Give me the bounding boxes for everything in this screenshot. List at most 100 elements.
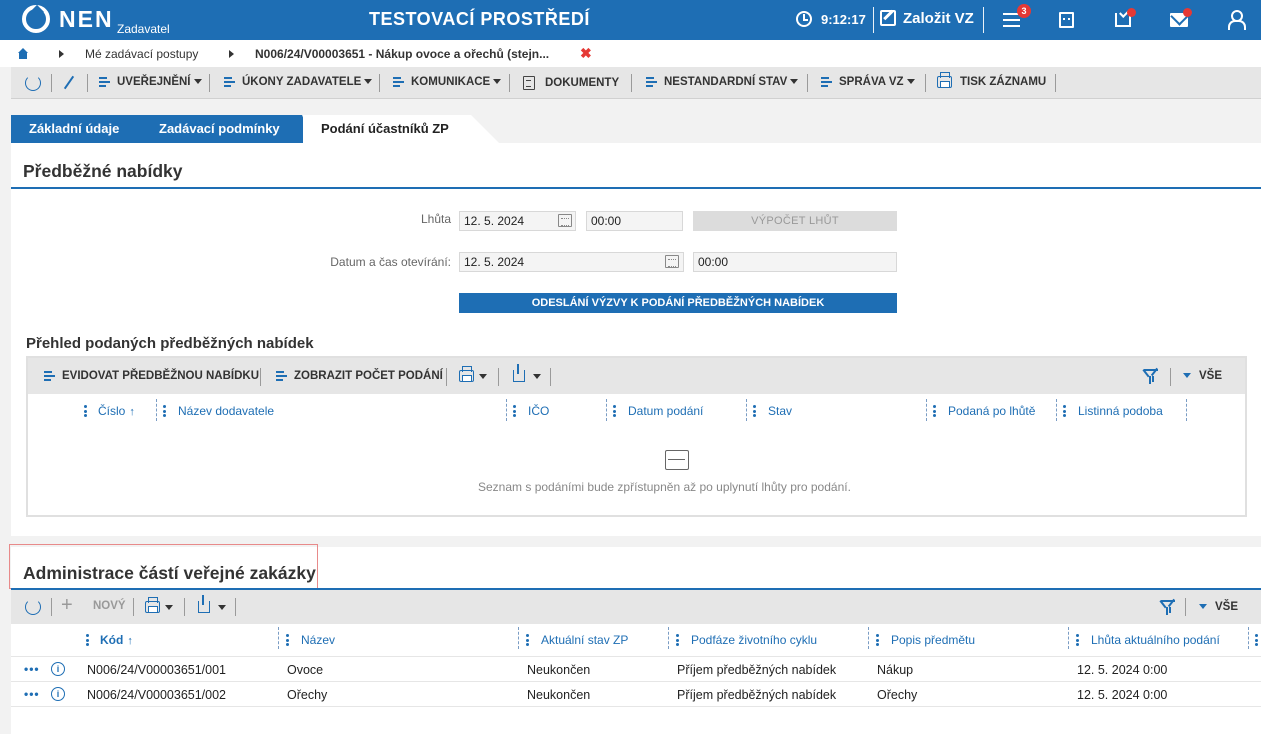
menu-komunikace[interactable]: KOMUNIKACE xyxy=(393,76,502,88)
create-vz-button[interactable]: Založit VZ xyxy=(903,10,974,27)
menu-nestandardni-stav[interactable]: NESTANDARDNÍ STAV xyxy=(646,76,799,88)
tab-zakladni-udaje[interactable]: Základní údaje xyxy=(11,115,141,143)
column-menu-icon[interactable] xyxy=(1063,405,1066,417)
column-menu-icon[interactable] xyxy=(84,405,87,417)
cell-state: Neukončen xyxy=(527,663,591,677)
print-menu-button[interactable] xyxy=(145,597,173,613)
column-menu-icon[interactable] xyxy=(1255,634,1258,646)
print-menu-button[interactable] xyxy=(459,366,487,382)
view-all-selector[interactable]: VŠE xyxy=(1199,601,1238,613)
column-listinna-podoba[interactable]: Listinná podoba xyxy=(1078,404,1163,418)
list-icon xyxy=(224,76,237,87)
edit-icon[interactable] xyxy=(880,10,896,26)
column-stav[interactable]: Stav xyxy=(768,404,792,418)
calc-deadlines-button[interactable]: VÝPOČET LHŮT xyxy=(693,211,897,231)
breadcrumb-current: N006/24/V00003651 - Nákup ovoce a ořechů… xyxy=(255,47,550,61)
row-actions-icon[interactable]: ••• xyxy=(24,687,40,701)
column-menu-icon[interactable] xyxy=(753,405,756,417)
user-icon[interactable] xyxy=(1228,10,1246,30)
column-datum-podani[interactable]: Datum podání xyxy=(628,404,703,418)
opening-time-field[interactable]: 00:00 xyxy=(693,252,897,272)
register-offer-button[interactable]: EVIDOVAT PŘEDBĚŽNOU NABÍDKU xyxy=(44,370,259,382)
column-nazev[interactable]: Název xyxy=(301,633,335,647)
logo-text[interactable]: NEN xyxy=(59,6,114,33)
separator xyxy=(807,74,808,92)
row-divider xyxy=(11,656,1261,657)
send-invitation-button[interactable]: ODESLÁNÍ VÝZVY K PODÁNÍ PŘEDBĚŽNÝCH NABÍ… xyxy=(459,293,897,313)
list-icon xyxy=(393,76,406,87)
cell-name: Ořechy xyxy=(287,688,328,702)
column-menu-icon[interactable] xyxy=(1076,634,1079,646)
new-part-button[interactable]: NOVÝ xyxy=(93,600,126,612)
column-cislo[interactable]: Číslo ↑ xyxy=(98,404,135,418)
column-separator[interactable] xyxy=(518,627,519,649)
close-icon[interactable]: ✖ xyxy=(580,45,592,62)
column-separator[interactable] xyxy=(668,627,669,649)
calendar-icon[interactable] xyxy=(558,214,572,227)
info-icon[interactable]: i xyxy=(51,662,65,676)
calculator-icon[interactable] xyxy=(1059,12,1074,28)
column-kod[interactable]: Kód ↑ xyxy=(100,633,133,647)
column-separator[interactable] xyxy=(1186,399,1187,421)
column-menu-icon[interactable] xyxy=(86,634,89,646)
refresh-icon[interactable] xyxy=(25,75,41,91)
column-podfaze[interactable]: Podfáze životního cyklu xyxy=(691,633,817,647)
column-nazev-dodavatele[interactable]: Název dodavatele xyxy=(178,404,274,418)
column-menu-icon[interactable] xyxy=(526,634,529,646)
refresh-icon[interactable] xyxy=(25,599,41,615)
column-menu-icon[interactable] xyxy=(613,405,616,417)
column-menu-icon[interactable] xyxy=(286,634,289,646)
separator xyxy=(550,368,551,386)
calendar-icon[interactable] xyxy=(665,255,679,268)
column-separator[interactable] xyxy=(746,399,747,421)
column-popis-predmetu[interactable]: Popis předmětu xyxy=(891,633,975,647)
cell-code[interactable]: N006/24/V00003651/002 xyxy=(87,688,226,702)
tab-podani-ucastniku[interactable]: Podání účastníků ZP xyxy=(303,115,471,143)
column-separator[interactable] xyxy=(278,627,279,649)
menu-sprava-vz[interactable]: SPRÁVA VZ xyxy=(821,76,915,88)
document-icon xyxy=(523,76,535,90)
nen-logo-icon[interactable] xyxy=(22,5,50,33)
home-icon[interactable] xyxy=(17,48,29,59)
cell-deadline: 12. 5. 2024 0:00 xyxy=(1077,663,1168,677)
column-menu-icon[interactable] xyxy=(676,634,679,646)
menu-ukony-zadavatele[interactable]: ÚKONY ZADAVATELE xyxy=(224,76,373,88)
row-actions-icon[interactable]: ••• xyxy=(24,662,40,676)
column-aktualni-stav[interactable]: Aktuální stav ZP xyxy=(541,633,628,647)
column-separator[interactable] xyxy=(506,399,507,421)
filter-icon[interactable] xyxy=(1142,368,1158,385)
filter-icon[interactable] xyxy=(1159,599,1175,616)
column-menu-icon[interactable] xyxy=(933,405,936,417)
separator xyxy=(1170,368,1171,386)
deadline-time-field[interactable]: 00:00 xyxy=(586,211,683,231)
column-menu-icon[interactable] xyxy=(876,634,879,646)
view-all-selector[interactable]: VŠE xyxy=(1183,370,1222,382)
column-separator[interactable] xyxy=(926,399,927,421)
column-menu-icon[interactable] xyxy=(163,405,166,417)
pencil-icon[interactable] xyxy=(63,75,75,90)
column-ico[interactable]: IČO xyxy=(528,404,549,418)
column-separator[interactable] xyxy=(868,627,869,649)
column-separator[interactable] xyxy=(606,399,607,421)
show-count-button[interactable]: ZOBRAZIT POČET PODÁNÍ xyxy=(276,370,443,382)
tab-zadavaci-podminky[interactable]: Zadávací podmínky xyxy=(141,115,302,143)
add-icon[interactable]: + xyxy=(61,594,73,617)
opening-date-field[interactable]: 12. 5. 2024 xyxy=(459,252,684,272)
column-menu-icon[interactable] xyxy=(513,405,516,417)
export-menu-button[interactable] xyxy=(513,364,541,382)
breadcrumb-item[interactable]: Mé zadávací postupy xyxy=(85,47,198,61)
menu-dokumenty[interactable]: DOKUMENTY xyxy=(523,76,619,90)
column-separator[interactable] xyxy=(1068,627,1069,649)
deadline-label: Lhůta xyxy=(420,212,451,226)
info-icon[interactable]: i xyxy=(51,687,65,701)
column-separator[interactable] xyxy=(1248,627,1249,649)
menu-tisk-zaznamu[interactable]: TISK ZÁZNAMU xyxy=(937,72,1046,88)
separator xyxy=(498,368,499,386)
column-separator[interactable] xyxy=(1056,399,1057,421)
column-lhuta[interactable]: Lhůta aktuálního podání xyxy=(1091,633,1220,647)
menu-uverejneni[interactable]: UVEŘEJNĚNÍ xyxy=(99,76,202,88)
column-podana-po-lhute[interactable]: Podaná po lhůtě xyxy=(948,404,1035,418)
export-menu-button[interactable] xyxy=(198,595,226,613)
column-separator[interactable] xyxy=(156,399,157,421)
cell-code[interactable]: N006/24/V00003651/001 xyxy=(87,663,226,677)
